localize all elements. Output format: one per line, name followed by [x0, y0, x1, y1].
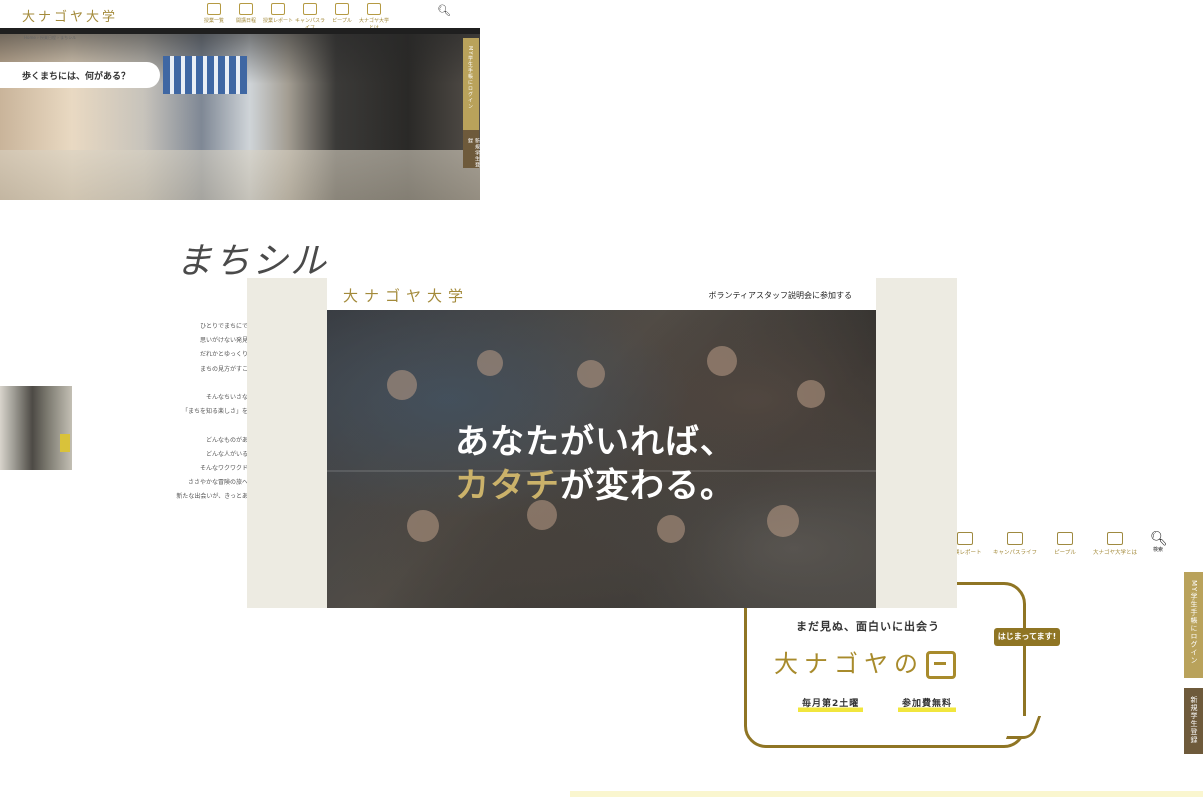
global-nav: 授業一覧 開講日程 授業レポート キャンパスライフ ピープル 大ナゴヤ大学とは: [198, 3, 390, 31]
hero-headline-line1: あなたがいれば、: [455, 422, 735, 462]
article-line: 思いがけない発見: [199, 337, 248, 345]
building-icon: [1107, 532, 1123, 545]
article-line: まちの見方がすこ: [199, 365, 248, 373]
article-line: だれかとゆっくり: [199, 351, 248, 359]
photo-detail: [797, 380, 825, 408]
photo-detail: [767, 505, 799, 537]
login-side-tab[interactable]: MY学生手帳にログイン: [1184, 572, 1203, 678]
article-line: どんな人がいる: [205, 450, 248, 458]
nav-item-people[interactable]: ピープル: [326, 3, 358, 31]
site-logo[interactable]: 大ナゴヤ大学: [22, 6, 118, 25]
list-icon: [207, 3, 221, 15]
nav-item-schedule[interactable]: 開講日程: [230, 3, 262, 31]
started-badge: はじまってます!: [994, 628, 1060, 646]
nav-item-reports[interactable]: 授業レポート: [262, 3, 294, 31]
register-side-tab[interactable]: 新規学生登録: [463, 130, 480, 168]
banner-title: 大ナゴヤの: [774, 644, 956, 679]
article-body: ひとりでまちにで 思いがけない発見 だれかとゆっくり まちの見方がすこ そんなちいさな…: [170, 320, 248, 505]
striped-awning: [163, 56, 247, 94]
site-header: 大ナゴヤ大学 授業一覧 開講日程 授業レポート キャンパスライフ ピープル 大ナ…: [0, 0, 480, 31]
photo-detail: [707, 346, 737, 376]
street-thumbnail: [0, 386, 72, 470]
article-line: そんなちいさな: [205, 394, 248, 402]
login-side-tab[interactable]: MY学生手帳にログイン: [463, 38, 479, 130]
card-icon: [303, 3, 317, 15]
free-label: 参加費無料: [898, 696, 957, 712]
top-left-page-screenshot: 大ナゴヤ大学 授業一覧 開講日程 授業レポート キャンパスライフ ピープル 大ナ…: [0, 0, 480, 200]
document-icon: [271, 3, 285, 15]
photo-detail: [477, 350, 503, 376]
people-icon: [335, 3, 349, 15]
article-line: そんなワクワクド: [199, 465, 248, 473]
building-icon: [367, 3, 381, 15]
center-page-screenshot: 大ナゴヤ大学 ボランティアスタッフ説明会に参加する あなたがいれば、 カタチが変…: [247, 278, 957, 608]
document-icon: [957, 532, 973, 545]
article-line: 「まちを知る楽しさ」を: [181, 408, 248, 416]
register-side-tab[interactable]: 新規学生登録: [1184, 688, 1203, 754]
nav-item-campus-life[interactable]: キャンパスライフ: [294, 3, 326, 31]
pencil-icon: [239, 3, 253, 15]
nav-item-about[interactable]: 大ナゴヤ大学とは: [1090, 532, 1140, 556]
breadcrumb[interactable]: Home › 授業日程 › まちシル: [24, 35, 76, 41]
nav-item-classes[interactable]: 授業一覧: [198, 3, 230, 31]
article-line: [170, 419, 248, 433]
hero-group-photo: あなたがいれば、 カタチが変わる。: [327, 310, 876, 608]
people-icon: [1057, 532, 1073, 545]
article-line: 新たな出会いが、きっとあ: [176, 493, 248, 501]
hero-caption-pill: 歩くまちには、何がある？: [0, 62, 160, 88]
headline-accent: カタチ: [455, 466, 560, 506]
day-mark-icon: [926, 651, 956, 679]
search-icon: 🔍︎: [1150, 531, 1168, 547]
photo-detail: [577, 360, 605, 388]
schedule-label: 毎月第2土曜: [798, 696, 864, 712]
search-button[interactable]: 🔍︎ 検索: [1150, 531, 1168, 553]
article-line: ひとりでまちにで: [200, 323, 248, 330]
nav-item-campus-life[interactable]: キャンパスライフ: [990, 532, 1040, 556]
nav-item-people[interactable]: ピープル: [1040, 532, 1090, 556]
photo-detail: [407, 510, 439, 542]
street-floor: [0, 150, 480, 200]
photo-detail: [657, 515, 685, 543]
site-logo[interactable]: 大ナゴヤ大学: [343, 285, 469, 306]
machishiru-logo: まちシル: [176, 241, 329, 282]
article-line: ささやかな冒険の旅へ: [187, 479, 248, 487]
sign: [60, 434, 70, 452]
footer-band: [570, 791, 1203, 797]
page-container: 大ナゴヤ大学 ボランティアスタッフ説明会に参加する あなたがいれば、 カタチが変…: [327, 278, 876, 608]
hero-headline-line2: カタチが変わる。: [455, 466, 735, 506]
site-header: 大ナゴヤ大学 ボランティアスタッフ説明会に参加する: [327, 278, 876, 310]
nav-item-about[interactable]: 大ナゴヤ大学とは: [358, 3, 390, 31]
hero-caption: 歩くまちには、何がある？: [22, 72, 131, 82]
search-button[interactable]: 🔍︎: [437, 4, 451, 17]
banner-tagline: まだ見ぬ、面白いに出会う: [796, 620, 940, 633]
card-icon: [1007, 532, 1023, 545]
search-icon: 🔍︎: [437, 4, 451, 17]
volunteer-briefing-link[interactable]: ボランティアスタッフ説明会に参加する: [708, 290, 852, 301]
article-line: [170, 377, 248, 391]
article-line: どんなものがあ: [205, 436, 248, 444]
photo-detail: [387, 370, 417, 400]
global-nav: 授業レポート キャンパスライフ ピープル 大ナゴヤ大学とは: [940, 532, 1140, 556]
